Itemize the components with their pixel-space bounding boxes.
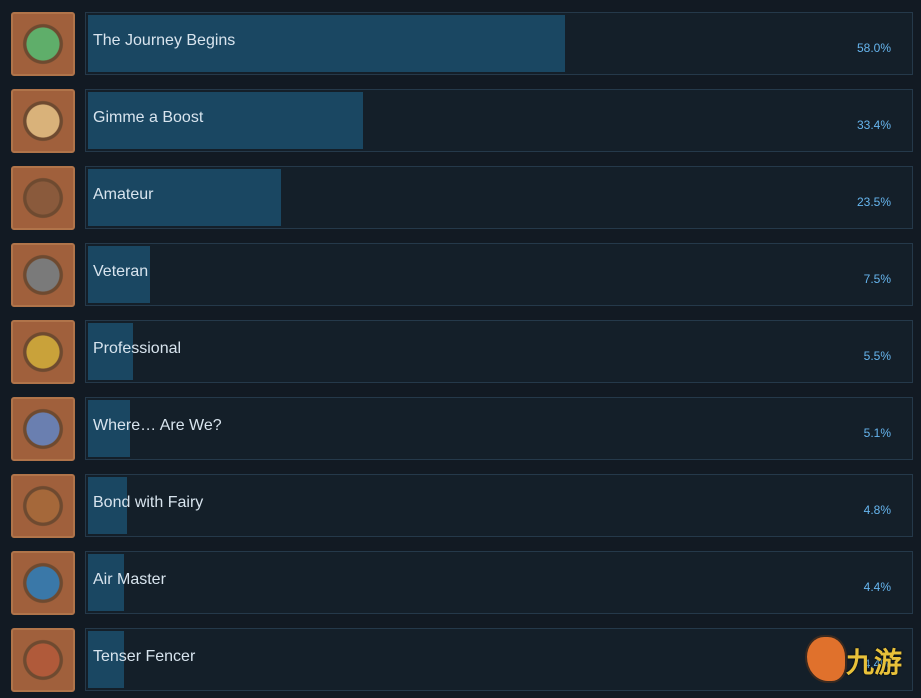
landscape-badge-icon: [11, 397, 75, 461]
achievement-row[interactable]: Veteran 7.5%: [11, 243, 913, 307]
achievement-percent: 7.5%: [863, 272, 891, 286]
achievement-name: Veteran: [93, 263, 149, 280]
achievement-name: Professional: [93, 340, 182, 357]
achievement-name: Where… Are We?: [93, 417, 222, 434]
progress-bar: Veteran 7.5%: [85, 243, 913, 306]
achievement-name: Tenser Fencer: [93, 648, 196, 665]
achievement-percent: 4.8%: [863, 503, 891, 517]
achievement-row[interactable]: Where… Are We? 5.1%: [11, 397, 913, 461]
level-10-badge-icon: [11, 474, 75, 538]
progress-bar: Bond with Fairy 4.8%: [85, 474, 913, 537]
battle-200-badge-icon: [11, 243, 75, 307]
progress-bar: Gimme a Boost 33.4%: [85, 89, 913, 152]
progress-bar: The Journey Begins 58.0%: [85, 12, 913, 75]
achievement-row[interactable]: Professional 5.5%: [11, 320, 913, 384]
achievement-row[interactable]: Amateur 23.5%: [11, 166, 913, 230]
journey-badge-icon: [11, 12, 75, 76]
achievement-percent: 23.5%: [856, 195, 891, 209]
achievement-percent: 58.0%: [856, 41, 891, 55]
achievement-name: Bond with Fairy: [93, 494, 204, 511]
achievement-percent: 5.1%: [863, 426, 891, 440]
achievement-percent: 33.4%: [856, 118, 891, 132]
watermark-text: 九游: [846, 646, 903, 679]
air-master-badge-icon: [11, 551, 75, 615]
achievement-name: Gimme a Boost: [93, 109, 204, 126]
achievement-row[interactable]: Bond with Fairy 4.8%: [11, 474, 913, 538]
achievement-row[interactable]: Air Master 4.4%: [11, 551, 913, 615]
achievement-row[interactable]: The Journey Begins 58.0%: [11, 12, 913, 76]
battle-500-badge-icon: [11, 320, 75, 384]
battle-50-badge-icon: [11, 166, 75, 230]
achievement-name: Amateur: [93, 186, 154, 203]
progress-bar: Air Master 4.4%: [85, 551, 913, 614]
achievement-percent: 4.4%: [863, 580, 891, 594]
sword-boost-badge-icon: [11, 89, 75, 153]
mascot-icon: [805, 635, 847, 683]
achievement-name: Air Master: [93, 571, 166, 588]
progress-bar: Professional 5.5%: [85, 320, 913, 383]
achievement-row[interactable]: Gimme a Boost 33.4%: [11, 89, 913, 153]
achievement-row[interactable]: Tenser Fencer 4.4%: [11, 628, 913, 692]
progress-bar: Tenser Fencer 4.4%: [85, 628, 913, 691]
watermark-logo: 九游: [800, 625, 918, 685]
progress-bar: Where… Are We? 5.1%: [85, 397, 913, 460]
achievement-name: The Journey Begins: [93, 32, 236, 49]
progress-bar: Amateur 23.5%: [85, 166, 913, 229]
high-tension-fencer-badge-icon: [11, 628, 75, 692]
achievement-percent: 5.5%: [863, 349, 891, 363]
